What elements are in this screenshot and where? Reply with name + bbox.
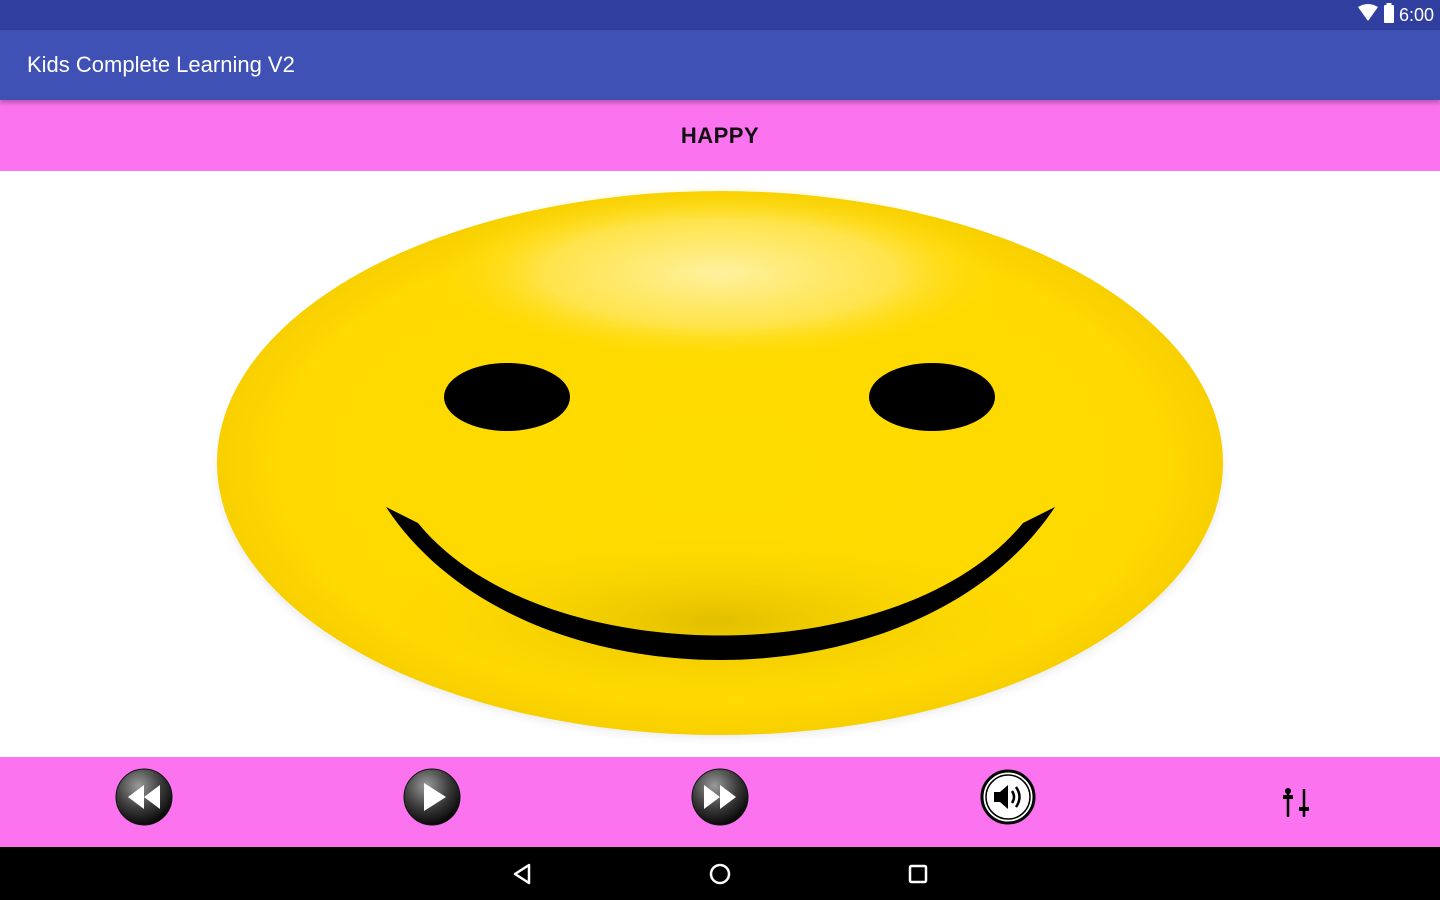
app-title: Kids Complete Learning V2 [27,52,295,77]
face-shine [430,185,1010,361]
back-button[interactable] [507,859,537,889]
volume-button[interactable] [978,767,1038,827]
fast-forward-button[interactable] [690,767,750,827]
recents-button[interactable] [903,859,933,889]
home-button[interactable] [705,859,735,889]
image-area [0,171,1440,757]
wifi-icon [1357,3,1379,27]
battery-icon [1383,2,1395,28]
recents-icon [908,864,928,884]
volume-icon [980,769,1036,825]
settings-sliders-icon [1283,788,1309,817]
system-nav-bar [0,847,1440,900]
smiley-face-icon [217,185,1223,735]
controls-bar [0,757,1440,847]
status-time: 6:00 [1398,4,1434,25]
settings-button[interactable] [1266,767,1326,827]
word-bar: HAPPY [0,100,1440,171]
status-icons [1357,2,1395,28]
fast-forward-icon [691,768,749,826]
rewind-icon [115,768,173,826]
right-eye [869,363,995,431]
home-icon [709,863,731,885]
app-bar: Kids Complete Learning V2 [0,30,1440,100]
word-label: HAPPY [680,122,760,148]
play-icon [403,768,461,826]
back-icon [513,863,531,885]
play-button[interactable] [402,767,462,827]
status-bar: 6:00 [0,0,1440,30]
left-eye [444,363,570,431]
rewind-button[interactable] [114,767,174,827]
